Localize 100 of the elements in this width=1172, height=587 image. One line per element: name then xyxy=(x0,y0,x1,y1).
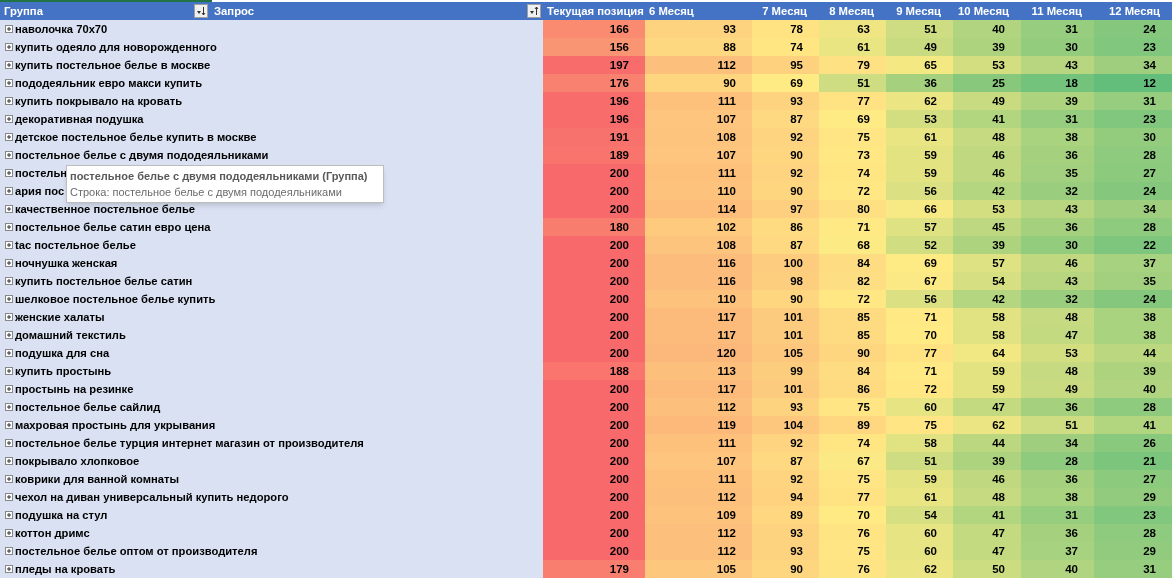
expand-icon[interactable] xyxy=(5,457,13,465)
table-cell: 38 xyxy=(1021,128,1094,146)
table-cell: 87 xyxy=(752,452,819,470)
expand-icon[interactable] xyxy=(5,493,13,501)
expand-icon[interactable] xyxy=(5,565,13,573)
column-header: 6 Месяц xyxy=(649,4,694,19)
table-cell: 31 xyxy=(1021,110,1094,128)
table-cell: 75 xyxy=(819,128,886,146)
expand-icon[interactable] xyxy=(5,61,13,69)
expand-icon[interactable] xyxy=(5,331,13,339)
table-cell: 71 xyxy=(886,308,953,326)
table-cell: 112 xyxy=(645,542,752,560)
expand-icon[interactable] xyxy=(5,97,13,105)
expand-icon[interactable] xyxy=(5,295,13,303)
expand-icon[interactable] xyxy=(5,115,13,123)
table-cell: 90 xyxy=(752,182,819,200)
expand-icon[interactable] xyxy=(5,151,13,159)
expand-icon[interactable] xyxy=(5,205,13,213)
row-label: декоративная подушка xyxy=(15,112,144,127)
table-cell: 25 xyxy=(953,74,1021,92)
expand-icon[interactable] xyxy=(5,475,13,483)
table-cell: 80 xyxy=(819,200,886,218)
table-cell: 93 xyxy=(752,542,819,560)
table-cell: 28 xyxy=(1094,146,1172,164)
table-cell: 51 xyxy=(1021,416,1094,434)
table-cell: 41 xyxy=(1094,416,1172,434)
expand-icon[interactable] xyxy=(5,367,13,375)
sort-arrow-icon xyxy=(196,6,206,16)
table-cell: 58 xyxy=(886,434,953,452)
table-cell: 40 xyxy=(1021,560,1094,578)
table-cell: 82 xyxy=(819,272,886,290)
table-cell: 69 xyxy=(819,110,886,128)
table-cell: 111 xyxy=(645,92,752,110)
table-cell: 90 xyxy=(752,290,819,308)
table-cell: 29 xyxy=(1094,488,1172,506)
expand-icon[interactable] xyxy=(5,277,13,285)
expand-icon[interactable] xyxy=(5,511,13,519)
table-cell: 31 xyxy=(1021,506,1094,524)
row-label: домашний текстиль xyxy=(15,328,126,343)
expand-icon[interactable] xyxy=(5,187,13,195)
table-cell: 87 xyxy=(752,236,819,254)
table-cell: 73 xyxy=(819,146,886,164)
table-cell: 117 xyxy=(645,326,752,344)
expand-icon[interactable] xyxy=(5,25,13,33)
table-cell: 58 xyxy=(953,326,1021,344)
column-header: 9 Месяц xyxy=(896,4,941,19)
table-cell: 49 xyxy=(953,92,1021,110)
table-cell: 23 xyxy=(1094,38,1172,56)
table-cell: 28 xyxy=(1094,398,1172,416)
table-cell: 116 xyxy=(645,254,752,272)
sort-filter-button[interactable] xyxy=(527,4,541,18)
tooltip-title: постельное белье с двумя пододеяльниками (Группа) xyxy=(70,169,369,184)
table-cell: 92 xyxy=(752,164,819,182)
table-cell: 105 xyxy=(645,560,752,578)
table-cell: 61 xyxy=(886,128,953,146)
expand-icon[interactable] xyxy=(5,421,13,429)
table-cell: 24 xyxy=(1094,20,1172,38)
row-label: постельное белье сайлид xyxy=(15,400,161,415)
table-cell: 47 xyxy=(953,398,1021,416)
table-cell: 200 xyxy=(543,200,645,218)
row-label: пододеяльник евро макси купить xyxy=(15,76,203,91)
table-cell: 93 xyxy=(752,92,819,110)
table-cell: 30 xyxy=(1021,38,1094,56)
table-cell: 114 xyxy=(645,200,752,218)
table-cell: 59 xyxy=(953,380,1021,398)
table-cell: 200 xyxy=(543,452,645,470)
column-header: Запрос xyxy=(214,4,255,19)
table-cell: 75 xyxy=(819,470,886,488)
expand-icon[interactable] xyxy=(5,529,13,537)
row-label: наволочка 70x70 xyxy=(15,22,108,37)
expand-icon[interactable] xyxy=(5,385,13,393)
table-cell: 59 xyxy=(953,362,1021,380)
expand-icon[interactable] xyxy=(5,313,13,321)
expand-icon[interactable] xyxy=(5,259,13,267)
table-cell: 21 xyxy=(1094,452,1172,470)
table-cell: 42 xyxy=(953,182,1021,200)
expand-icon[interactable] xyxy=(5,403,13,411)
expand-icon[interactable] xyxy=(5,439,13,447)
table-cell: 59 xyxy=(886,470,953,488)
table-cell: 188 xyxy=(543,362,645,380)
table-cell: 28 xyxy=(1094,218,1172,236)
expand-icon[interactable] xyxy=(5,547,13,555)
table-cell: 117 xyxy=(645,308,752,326)
row-label: ночнушка женская xyxy=(15,256,118,271)
expand-icon[interactable] xyxy=(5,169,13,177)
expand-icon[interactable] xyxy=(5,241,13,249)
table-cell: 18 xyxy=(1021,74,1094,92)
table-cell: 56 xyxy=(886,290,953,308)
table-cell: 63 xyxy=(819,20,886,38)
table-cell: 75 xyxy=(886,416,953,434)
expand-icon[interactable] xyxy=(5,43,13,51)
expand-icon[interactable] xyxy=(5,223,13,231)
table-cell: 46 xyxy=(1021,254,1094,272)
sort-filter-button[interactable] xyxy=(194,4,208,18)
table-cell: 36 xyxy=(1021,218,1094,236)
expand-icon[interactable] xyxy=(5,79,13,87)
table-cell: 41 xyxy=(953,506,1021,524)
table-cell: 84 xyxy=(819,254,886,272)
expand-icon[interactable] xyxy=(5,349,13,357)
expand-icon[interactable] xyxy=(5,133,13,141)
